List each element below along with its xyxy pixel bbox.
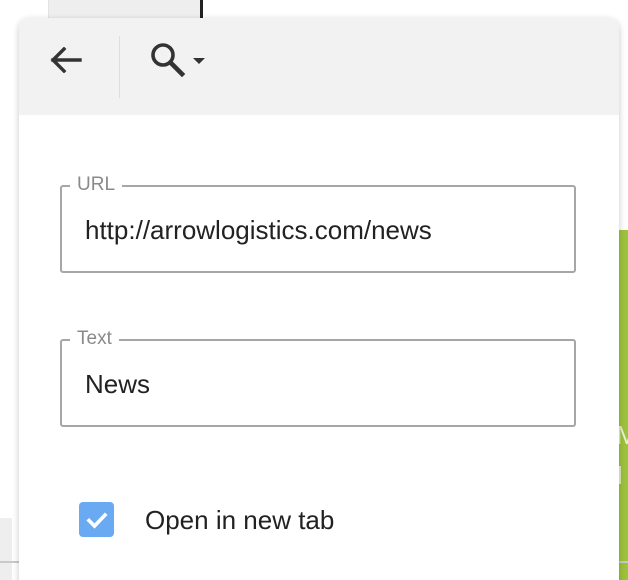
url-input[interactable] bbox=[85, 214, 555, 246]
background-panel bbox=[48, 0, 202, 20]
back-button[interactable] bbox=[41, 38, 91, 82]
background-accent-strip bbox=[619, 230, 628, 580]
background-panel bbox=[0, 518, 12, 580]
open-in-new-tab-label: Open in new tab bbox=[145, 504, 335, 535]
open-in-new-tab-option[interactable]: Open in new tab bbox=[79, 502, 334, 537]
search-icon bbox=[151, 43, 186, 78]
arrow-left-icon bbox=[50, 47, 82, 73]
screen: M I URL Text bbox=[0, 0, 628, 580]
text-field-label: Text bbox=[70, 327, 119, 351]
popup-toolbar bbox=[19, 18, 619, 115]
caret-down-icon bbox=[193, 58, 205, 64]
url-field: URL bbox=[60, 173, 576, 273]
checkmark-icon bbox=[85, 511, 108, 529]
open-in-new-tab-checkbox[interactable] bbox=[79, 502, 114, 537]
toolbar-divider bbox=[119, 36, 120, 98]
text-field: Text bbox=[60, 327, 576, 427]
url-field-label: URL bbox=[70, 173, 123, 197]
link-editor-popup: URL Text Open in new tab bbox=[19, 18, 619, 580]
search-dropdown-button[interactable] bbox=[149, 38, 221, 82]
background-divider bbox=[200, 0, 203, 20]
text-input[interactable] bbox=[85, 368, 555, 400]
